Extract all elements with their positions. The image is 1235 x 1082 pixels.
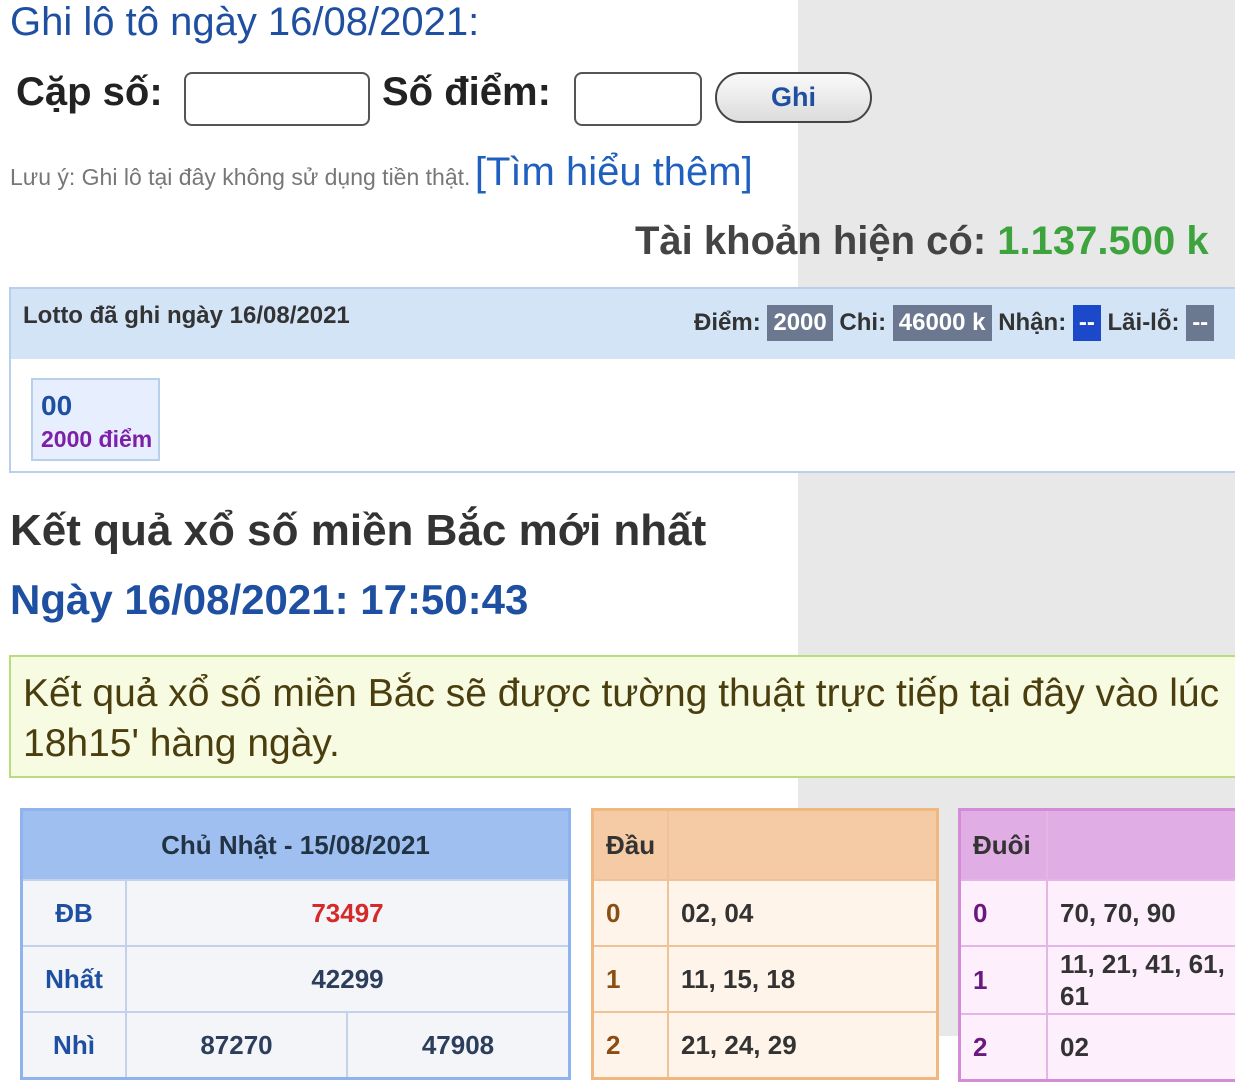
lotto-panel: Lotto đã ghi ngày 16/08/2021 Điểm: 2000 … (9, 287, 1235, 473)
prize-value: 47908 (347, 1012, 570, 1079)
pair-input[interactable] (184, 72, 370, 126)
submit-button[interactable]: Ghi (715, 72, 872, 123)
table-row: ĐB 73497 (22, 880, 570, 946)
table-row: 0 70, 70, 90 (960, 880, 1235, 946)
duoi-key: 0 (960, 880, 1048, 946)
table-row: 2 21, 24, 29 (593, 1012, 938, 1079)
lotto-stats: Điểm: 2000 Chi: 46000 k Nhận: -- Lãi-lỗ:… (694, 305, 1214, 341)
duoi-values: 70, 70, 90 (1047, 880, 1235, 946)
dau-key: 1 (593, 946, 669, 1012)
live-notice: Kết quả xổ số miền Bắc sẽ được tường thu… (9, 655, 1235, 778)
table-row: Chủ Nhật - 15/08/2021 (22, 810, 570, 881)
chi-label: Chi: (839, 309, 886, 336)
diem-value: 2000 (767, 305, 832, 341)
lotto-entry[interactable]: 00 2000 điểm (31, 378, 160, 461)
nhan-label: Nhận: (998, 309, 1066, 336)
account-balance: Tài khoản hiện có: 1.137.500 k (635, 219, 1235, 264)
dau-values: 11, 15, 18 (668, 946, 938, 1012)
duoi-header-blank (1047, 810, 1235, 881)
prize-name: Nhất (22, 946, 127, 1012)
prize-value: 87270 (126, 1012, 347, 1079)
prize-name: Nhì (22, 1012, 127, 1079)
lotto-header: Lotto đã ghi ngày 16/08/2021 Điểm: 2000 … (11, 289, 1235, 359)
note: Lưu ý: Ghi lô tại đây không sử dụng tiền… (10, 150, 753, 195)
lailo-label: Lãi-lỗ: (1108, 309, 1180, 336)
lotto-entry-number: 00 (41, 390, 72, 422)
chi-value: 46000 k (893, 305, 992, 341)
table-row: Đầu (593, 810, 938, 881)
live-notice-text: Kết quả xổ số miền Bắc sẽ được tường thu… (23, 669, 1223, 769)
account-amount: 1.137.500 k (997, 219, 1208, 263)
diem-label: Điểm: (694, 309, 761, 336)
table-row: Đuôi (960, 810, 1235, 881)
duoi-table: Đuôi 0 70, 70, 90 1 11, 21, 41, 61, 61 2… (958, 808, 1235, 1082)
duoi-key: 2 (960, 1014, 1048, 1081)
pair-label: Cặp số: (16, 70, 163, 115)
table-row: Nhì 87270 47908 (22, 1012, 570, 1079)
dau-key: 2 (593, 1012, 669, 1079)
duoi-key: 1 (960, 946, 1048, 1014)
lailo-value: -- (1186, 305, 1214, 341)
prize-value: 73497 (126, 880, 570, 946)
results-table: Chủ Nhật - 15/08/2021 ĐB 73497 Nhất 4229… (20, 808, 571, 1080)
prize-value: 42299 (126, 946, 570, 1012)
lotto-entry-points: 2000 điểm (41, 426, 152, 453)
dau-values: 21, 24, 29 (668, 1012, 938, 1079)
prize-name: ĐB (22, 880, 127, 946)
dau-header-blank (668, 810, 938, 881)
nhan-value: -- (1073, 305, 1101, 341)
note-text: Lưu ý: Ghi lô tại đây không sử dụng tiền… (10, 164, 470, 190)
duoi-header: Đuôi (960, 810, 1048, 881)
results-title: Kết quả xổ số miền Bắc mới nhất (10, 506, 706, 556)
results-table-header: Chủ Nhật - 15/08/2021 (22, 810, 570, 881)
dau-values: 02, 04 (668, 880, 938, 946)
table-row: 0 02, 04 (593, 880, 938, 946)
table-row: Nhất 42299 (22, 946, 570, 1012)
table-row: 2 02 (960, 1014, 1235, 1081)
table-row: 1 11, 15, 18 (593, 946, 938, 1012)
results-date: Ngày 16/08/2021: 17:50:43 (10, 576, 528, 624)
dau-key: 0 (593, 880, 669, 946)
form-title: Ghi lô tô ngày 16/08/2021: (10, 0, 479, 45)
table-row: 1 11, 21, 41, 61, 61 (960, 946, 1235, 1014)
account-label: Tài khoản hiện có: (635, 219, 986, 263)
duoi-values: 11, 21, 41, 61, 61 (1047, 946, 1235, 1014)
points-label: Số điểm: (382, 70, 551, 115)
points-input[interactable] (574, 72, 702, 126)
dau-table: Đầu 0 02, 04 1 11, 15, 18 2 21, 24, 29 (591, 808, 939, 1080)
lotto-title: Lotto đã ghi ngày 16/08/2021 (23, 302, 350, 330)
duoi-values: 02 (1047, 1014, 1235, 1081)
learn-more-link[interactable]: [Tìm hiểu thêm] (475, 150, 753, 194)
dau-header: Đầu (593, 810, 669, 881)
